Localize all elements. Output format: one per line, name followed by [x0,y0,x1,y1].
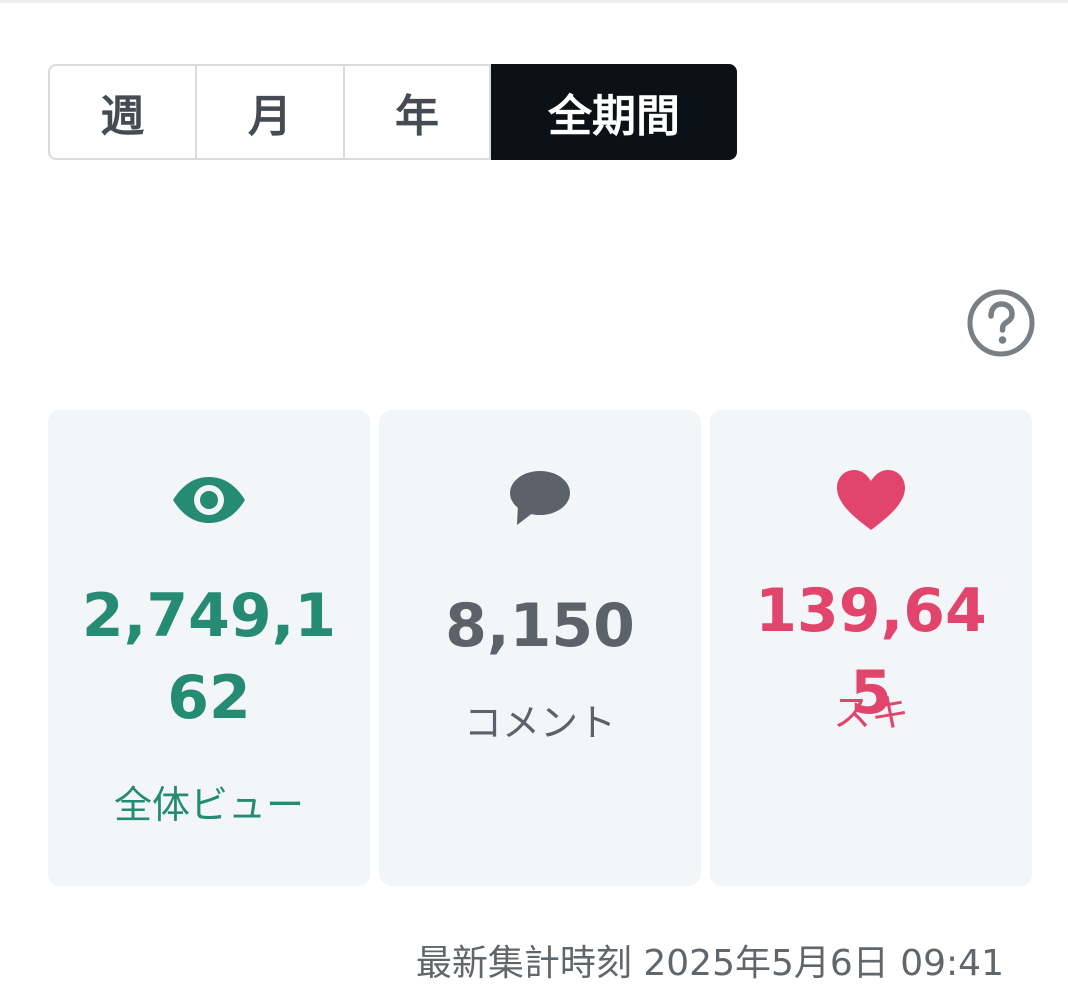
period-tabs: 週 月 年 全期間 [48,64,737,160]
top-divider [0,0,1068,3]
tab-year[interactable]: 年 [345,64,491,160]
speech-bubble-icon [510,471,570,525]
views-card: 2,749,162 全体ビュー [48,410,370,886]
tab-week[interactable]: 週 [48,64,197,160]
total-views-value: 2,749,162 [81,581,337,733]
last-updated-label: 最新集計時刻 [415,943,632,984]
last-updated-datetime: 2025年5月6日 09:41 [643,943,1004,984]
help-button[interactable] [966,288,1036,358]
comments-value: 8,150 [445,591,635,661]
question-circle-icon [967,289,1035,357]
comments-label: コメント [463,701,616,745]
total-views-label: 全体ビュー [113,783,304,827]
likes-label: スキ [832,691,909,735]
tab-month[interactable]: 月 [197,64,345,160]
tab-all-time[interactable]: 全期間 [491,64,737,160]
likes-card: 139,645 スキ [710,410,1032,886]
heart-icon [837,470,905,530]
eye-icon [173,477,245,523]
last-updated: 最新集計時刻 2025年5月6日 09:41 [416,938,1004,990]
comments-card: 8,150 コメント [379,410,701,886]
